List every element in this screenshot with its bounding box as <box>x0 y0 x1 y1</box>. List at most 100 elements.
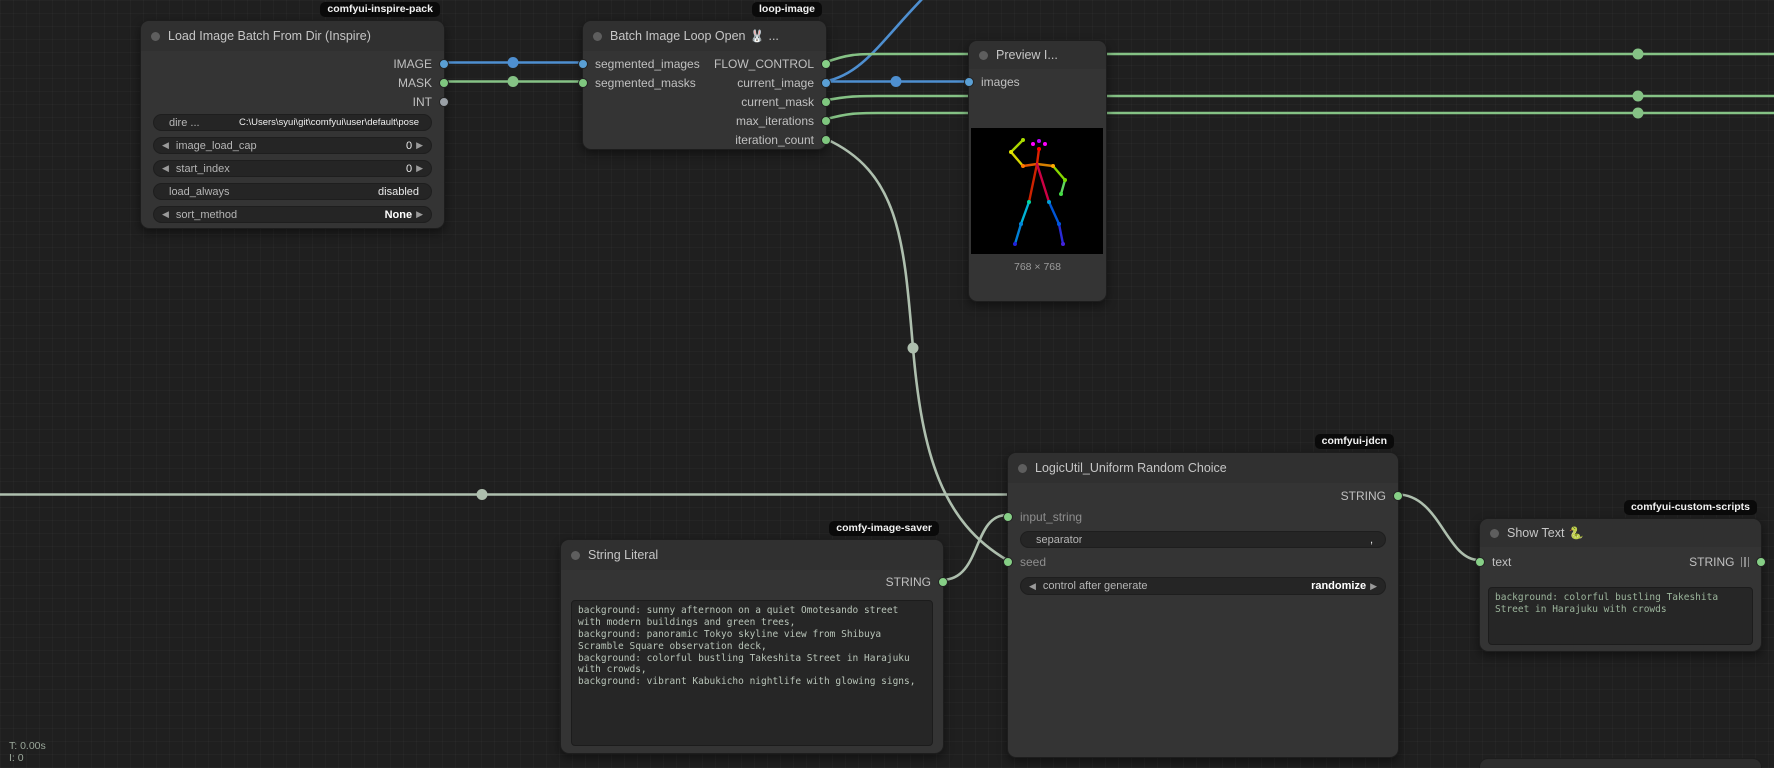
node-title-bar[interactable]: Batch Image Loop Open 🐰 ... <box>583 21 826 51</box>
arrow-right-icon[interactable]: ▶ <box>416 140 423 151</box>
arrow-left-icon[interactable]: ◀ <box>162 209 169 220</box>
rabbit-icon: 🐰 <box>750 29 765 43</box>
output-dot-string[interactable] <box>1393 491 1403 501</box>
output-dot-int[interactable] <box>439 97 449 107</box>
node-pack-badge: loop-image <box>752 2 822 17</box>
slot-label: FLOW_CONTROL <box>714 57 814 71</box>
arrow-left-icon[interactable]: ◀ <box>162 140 169 151</box>
widget-value: C:\Users\syui\git\comfyui\user\default\p… <box>239 117 423 128</box>
slot-label: current_image <box>737 76 814 90</box>
pose-skeleton <box>971 128 1103 254</box>
node-pack-badge: comfyui-inspire-pack <box>320 2 440 17</box>
node-preview-image[interactable]: Preview I... images <box>968 40 1107 302</box>
widget-separator[interactable]: separator , <box>1020 531 1386 548</box>
widget-value: disabled <box>378 186 423 198</box>
arrow-right-icon[interactable]: ▶ <box>416 163 423 174</box>
output-dot-iteration-count[interactable] <box>821 135 831 145</box>
widget-load-always[interactable]: load_always disabled <box>153 183 432 200</box>
partial-node[interactable] <box>1479 758 1762 768</box>
preview-image-thumbnail <box>971 128 1103 254</box>
slot-label: STRING <box>886 575 931 589</box>
node-title: Batch Image Loop Open <box>610 29 746 43</box>
output-slot-int: INT <box>141 92 444 111</box>
input-slot-seed: seed <box>1008 552 1398 571</box>
link-midpoint-dot <box>891 76 902 87</box>
widget-value: 0 <box>406 140 416 152</box>
slot-label: MASK <box>398 76 432 90</box>
widget-label: image_load_cap <box>176 140 257 152</box>
status-time: T: 0.00s <box>9 740 46 752</box>
output-dot-string[interactable] <box>1756 557 1766 567</box>
output-dot-current-mask[interactable] <box>821 97 831 107</box>
output-slot-string: STRING <box>1008 486 1398 505</box>
widget-image-load-cap[interactable]: ◀ image_load_cap 0 ▶ <box>153 137 432 154</box>
link-string-to-show-text <box>1397 494 1479 560</box>
input-dot-images[interactable] <box>964 77 974 87</box>
slot-label: current_mask <box>741 95 814 109</box>
node-random-choice[interactable]: comfyui-jdcn LogicUtil_Uniform Random Ch… <box>1007 452 1399 758</box>
node-pack-badge: comfyui-jdcn <box>1315 434 1394 449</box>
widget-label: sort_method <box>176 209 237 221</box>
input-dot-input-string[interactable] <box>1003 512 1013 522</box>
output-slot-flow-control: FLOW_CONTROL <box>583 54 826 73</box>
node-title-bar[interactable]: LogicUtil_Uniform Random Choice <box>1008 453 1398 483</box>
output-dot-string[interactable] <box>938 577 948 587</box>
widget-label: dire ... <box>169 117 200 129</box>
output-slot-max-iterations: max_iterations <box>583 111 826 130</box>
node-show-text[interactable]: comfyui-custom-scripts Show Text 🐍 text … <box>1479 518 1762 652</box>
output-slot-mask: MASK <box>141 73 444 92</box>
widget-value: , <box>1370 534 1377 546</box>
node-batch-image-loop[interactable]: loop-image Batch Image Loop Open 🐰 ... s… <box>582 20 827 150</box>
widget-control-after-generate[interactable]: ◀ control after generate randomize ▶ <box>1020 577 1386 595</box>
output-dot-mask[interactable] <box>439 78 449 88</box>
collapse-dot-icon[interactable] <box>1490 529 1499 538</box>
link-midpoint-dot <box>508 76 519 87</box>
show-text-textarea[interactable]: background: colorful bustling Takeshita … <box>1488 587 1753 645</box>
string-literal-textarea[interactable]: background: sunny afternoon on a quiet O… <box>571 600 933 746</box>
arrow-right-icon[interactable]: ▶ <box>1370 581 1377 592</box>
link-midpoint-dot <box>508 57 519 68</box>
node-title-bar[interactable]: Show Text 🐍 <box>1480 519 1761 547</box>
slot-label: IMAGE <box>393 57 432 71</box>
image-size-caption: 768 × 768 <box>969 261 1106 273</box>
node-title: Show Text <box>1507 526 1564 540</box>
collapse-dot-icon[interactable] <box>979 51 988 60</box>
output-slot-string: STRING <box>1480 552 1761 571</box>
graph-canvas[interactable]: comfyui-inspire-pack Load Image Batch Fr… <box>0 0 1774 768</box>
node-title-bar[interactable]: Load Image Batch From Dir (Inspire) <box>141 21 444 51</box>
output-dot-image[interactable] <box>439 59 449 69</box>
widget-directory[interactable]: dire ... C:\Users\syui\git\comfyui\user\… <box>153 114 432 131</box>
output-dot-max-iterations[interactable] <box>821 116 831 126</box>
widget-value: 0 <box>406 163 416 175</box>
widget-label: load_always <box>169 186 230 198</box>
slot-label: images <box>981 75 1020 89</box>
slot-label: input_string <box>1020 510 1082 524</box>
output-dot-flow-control[interactable] <box>821 59 831 69</box>
node-pack-badge: comfy-image-saver <box>829 521 939 536</box>
collapse-dot-icon[interactable] <box>571 551 580 560</box>
node-string-literal[interactable]: comfy-image-saver String Literal STRING … <box>560 539 944 754</box>
collapse-dot-icon[interactable] <box>593 32 602 41</box>
output-dot-current-image[interactable] <box>821 78 831 88</box>
link-midpoint-dot <box>908 343 919 354</box>
node-title: Load Image Batch From Dir (Inspire) <box>168 29 371 43</box>
grip-icon[interactable] <box>1741 557 1750 567</box>
link-midpoint-dot <box>1633 108 1644 119</box>
node-load-image-batch[interactable]: comfyui-inspire-pack Load Image Batch Fr… <box>140 20 445 229</box>
input-dot-seed[interactable] <box>1003 557 1013 567</box>
collapse-dot-icon[interactable] <box>1018 464 1027 473</box>
arrow-left-icon[interactable]: ◀ <box>162 163 169 174</box>
node-title: Preview I... <box>996 48 1058 62</box>
widget-label: separator <box>1036 534 1082 546</box>
link-midpoint-dot <box>1633 91 1644 102</box>
node-pack-badge: comfyui-custom-scripts <box>1624 500 1757 515</box>
widget-sort-method[interactable]: ◀ sort_method None ▶ <box>153 206 432 223</box>
node-title-bar[interactable]: Preview I... <box>969 41 1106 69</box>
slot-label: INT <box>413 95 432 109</box>
arrow-right-icon[interactable]: ▶ <box>416 209 423 220</box>
widget-start-index[interactable]: ◀ start_index 0 ▶ <box>153 160 432 177</box>
collapse-dot-icon[interactable] <box>151 32 160 41</box>
arrow-left-icon[interactable]: ◀ <box>1029 581 1036 592</box>
node-title-bar[interactable]: String Literal <box>561 540 943 570</box>
widget-value: randomize <box>1311 580 1370 592</box>
